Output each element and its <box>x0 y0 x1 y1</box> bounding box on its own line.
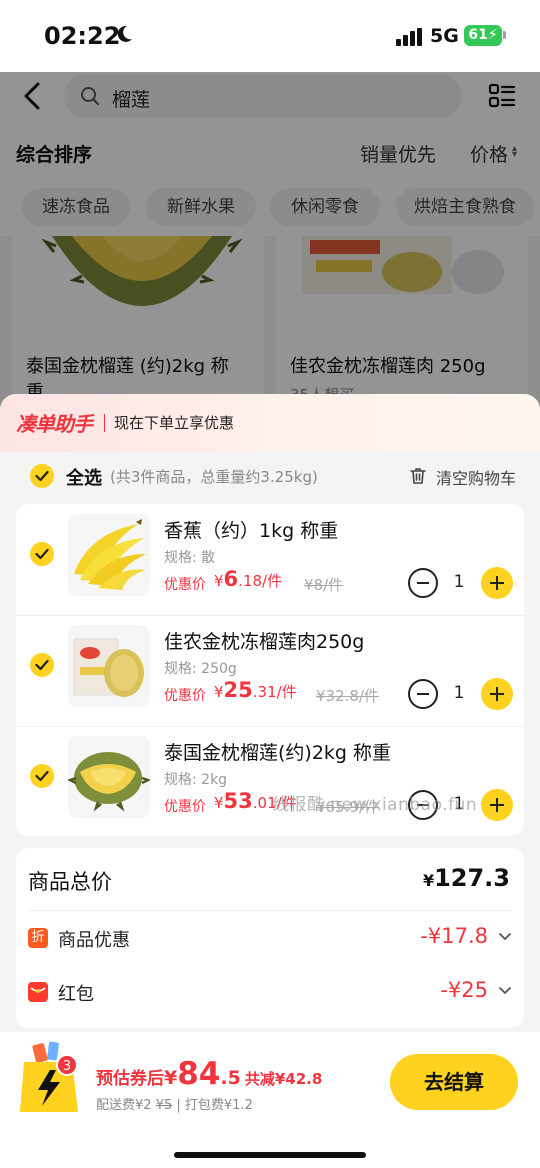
decrease-button[interactable] <box>408 568 438 598</box>
currency: ¥ <box>214 794 224 812</box>
currency: ¥ <box>422 871 435 890</box>
item-original-price: ¥32.8/件 <box>316 687 379 705</box>
item-spec: 规格: 250g <box>164 661 237 677</box>
discount-row[interactable]: 折 商品优惠 -¥17.8 <box>28 924 512 954</box>
select-all-label[interactable]: 全选 <box>66 464 102 490</box>
price-dec: .18/件 <box>238 572 283 590</box>
shopping-bag-icon[interactable] <box>20 1040 84 1114</box>
price-int: 53 <box>223 789 253 813</box>
assistant-brand: 凑单助手 <box>16 412 93 436</box>
estimate-int: 84 <box>177 1056 221 1092</box>
total-value: 127.3 <box>434 864 510 892</box>
checkout-footer: 3 预估券后¥84.5 共减¥42.8 配送费¥2 ¥5 | 打包费¥1.2 去结… <box>0 1032 540 1168</box>
red-packet-value: -¥25 <box>440 978 488 1002</box>
select-all-checkbox[interactable] <box>30 464 54 488</box>
currency: ¥ <box>214 572 224 590</box>
banana-thumbnail[interactable] <box>68 514 150 596</box>
chevron-down-icon <box>499 987 511 994</box>
chevron-down-icon <box>499 933 511 940</box>
estimated-price: 预估券后¥84.5 共减¥42.8 <box>96 1056 322 1092</box>
price-int: 6 <box>223 567 239 591</box>
item-price-label: 优惠价 <box>164 799 206 815</box>
discount-value: -¥17.8 <box>420 924 488 948</box>
watermark: 线报酷 new.xianbao.fun <box>272 795 478 815</box>
battery-level: 61 <box>468 27 488 43</box>
check-icon <box>35 470 49 482</box>
item-quantity[interactable]: 1 <box>448 572 470 592</box>
red-packet-row[interactable]: 红包 -¥25 <box>28 978 512 1008</box>
total-label: 商品总价 <box>28 870 112 894</box>
cart-items: 香蕉（约）1kg 称重 规格: 散 优惠价 ¥6.18/件 ¥8/件 1 佳农金… <box>16 504 524 836</box>
red-packet-icon <box>28 982 48 1002</box>
banner-divider <box>104 414 105 432</box>
status-time: 02:22 <box>44 22 121 50</box>
price-dec: .31/件 <box>252 683 297 701</box>
discount-label: 商品优惠 <box>58 930 130 951</box>
cart-item: 佳农金枕冻榴莲肉250g 规格: 250g 优惠价 ¥25.31/件 ¥32.8… <box>16 615 524 726</box>
currency: ¥ <box>214 683 224 701</box>
item-checkbox[interactable] <box>30 653 54 677</box>
item-price-label: 优惠价 <box>164 688 206 704</box>
red-packet-label: 红包 <box>58 984 94 1005</box>
price-int: 25 <box>223 678 253 702</box>
durian-thumbnail[interactable] <box>68 736 150 818</box>
item-price-label: 优惠价 <box>164 577 206 593</box>
estimate-dec: .5 <box>220 1067 241 1089</box>
item-quantity[interactable]: 1 <box>448 683 470 703</box>
clear-cart-button[interactable]: 清空购物车 <box>436 465 516 489</box>
trash-icon[interactable] <box>408 466 428 486</box>
cart-info: (共3件商品，总重量约3.25kg) <box>110 468 318 486</box>
packing-fee: 打包费¥1.2 <box>184 1098 253 1113</box>
network-type: 5G <box>430 25 459 47</box>
item-checkbox[interactable] <box>30 764 54 788</box>
page: 02:22 5G 61⚡ 榴莲 综合排序 销量优先 价格 ▴ ▾ 速冻食品 新鲜… <box>0 0 540 1168</box>
moon-icon <box>117 25 132 42</box>
total-saved: 共减¥42.8 <box>244 1070 323 1088</box>
item-price: ¥6.18/件 <box>214 567 282 591</box>
item-name[interactable]: 佳农金枕冻榴莲肉250g <box>164 627 364 654</box>
item-original-price: ¥8/件 <box>304 576 344 594</box>
item-name[interactable]: 香蕉（约）1kg 称重 <box>164 516 338 543</box>
cart-count-badge: 3 <box>56 1054 78 1076</box>
assistant-banner: 凑单助手 现在下单立享优惠 <box>0 394 540 452</box>
cart-item: 泰国金枕榴莲(约)2kg 称重 规格: 2kg 优惠价 ¥53.01/件 ¥65… <box>16 726 524 837</box>
check-icon <box>35 659 49 671</box>
status-bar: 02:22 5G 61⚡ <box>0 0 540 72</box>
battery-tip <box>503 31 506 39</box>
frozen-durian-thumbnail[interactable] <box>68 625 150 707</box>
decrease-button[interactable] <box>408 679 438 709</box>
delivery-fee-original: ¥5 <box>155 1098 173 1113</box>
discount-icon: 折 <box>28 928 48 948</box>
currency: ¥ <box>164 1067 178 1089</box>
price-summary: 商品总价 ¥127.3 折 商品优惠 -¥17.8 红包 -¥25 <box>16 848 524 1028</box>
increase-button[interactable] <box>481 789 513 821</box>
item-spec: 规格: 2kg <box>164 772 228 788</box>
envelope-shape <box>30 987 46 993</box>
durian-image <box>68 752 150 812</box>
check-icon <box>35 770 49 782</box>
item-price: ¥25.31/件 <box>214 678 297 702</box>
increase-button[interactable] <box>481 678 513 710</box>
item-name[interactable]: 泰国金枕榴莲(约)2kg 称重 <box>164 738 391 765</box>
checkout-button[interactable]: 去结算 <box>390 1054 518 1110</box>
item-checkbox[interactable] <box>30 542 54 566</box>
fees-info: 配送费¥2 ¥5 | 打包费¥1.2 <box>96 1098 253 1113</box>
estimate-label: 预估券后 <box>96 1069 164 1089</box>
cart-item: 香蕉（约）1kg 称重 规格: 散 优惠价 ¥6.18/件 ¥8/件 1 <box>16 504 524 615</box>
item-spec: 规格: 散 <box>164 550 216 566</box>
summary-divider <box>28 910 512 911</box>
total-price: ¥127.3 <box>423 864 510 892</box>
banana-image <box>74 519 146 590</box>
assistant-message: 现在下单立享优惠 <box>114 414 235 432</box>
home-indicator <box>174 1152 366 1158</box>
frozen-durian-image <box>73 638 144 697</box>
select-all-bar: 全选 (共3件商品，总重量约3.25kg) 清空购物车 <box>0 452 540 502</box>
delivery-fee: 配送费¥2 <box>96 1098 152 1113</box>
signal-icon <box>396 28 422 46</box>
battery-indicator: 61⚡ <box>464 25 502 46</box>
check-icon <box>35 548 49 560</box>
increase-button[interactable] <box>481 567 513 599</box>
